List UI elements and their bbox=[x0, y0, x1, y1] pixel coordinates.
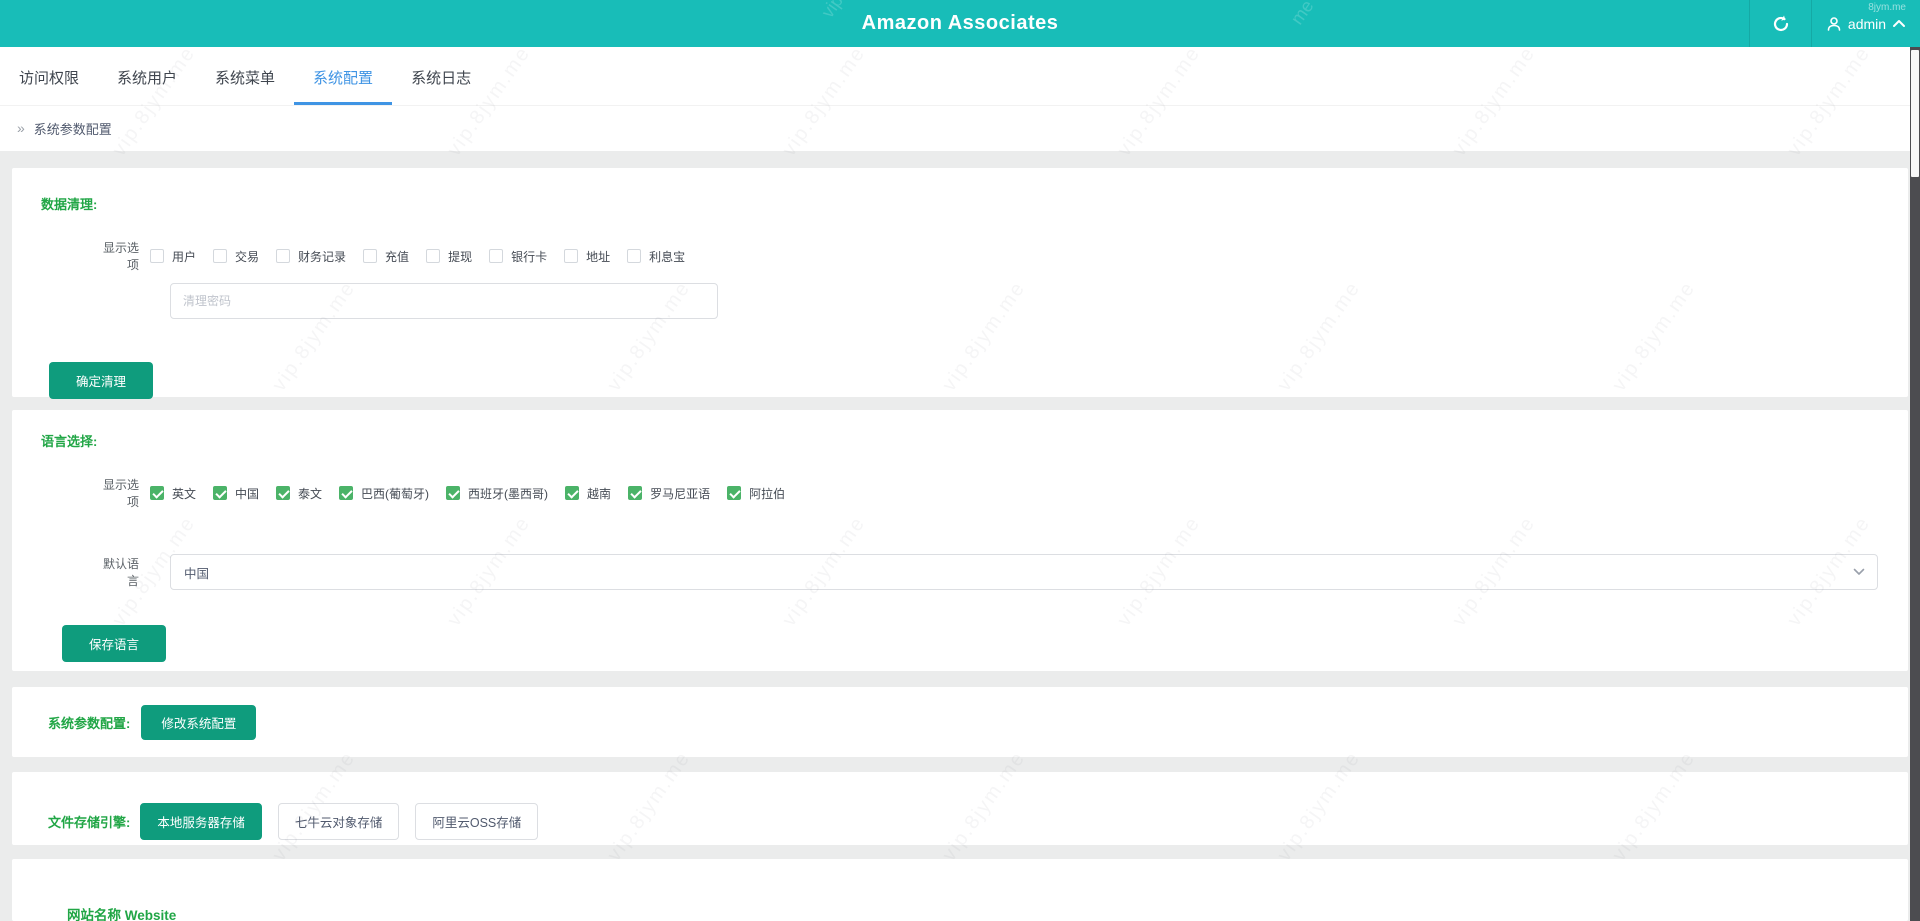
checkbox-label: 西班牙(墨西哥) bbox=[468, 486, 549, 501]
chevron-down-icon bbox=[1853, 568, 1865, 576]
checkbox-label: 交易 bbox=[235, 249, 260, 264]
language-card: 语言选择: 显示选项 英文 中国 泰文 巴西(葡萄牙) 西班牙(墨西哥) 越南 … bbox=[12, 410, 1908, 671]
default-language-select[interactable]: 中国 bbox=[170, 554, 1878, 590]
confirm-cleanup-button[interactable]: 确定清理 bbox=[49, 362, 154, 399]
checkbox-icon[interactable] bbox=[564, 249, 579, 263]
checkbox-bank-card[interactable]: 银行卡 bbox=[489, 248, 547, 265]
app-header: vip. me Amazon Associates admin bbox=[0, 0, 1920, 47]
checkbox-interest-bao[interactable]: 利息宝 bbox=[627, 248, 685, 265]
language-options: 英文 中国 泰文 巴西(葡萄牙) 西班牙(墨西哥) 越南 罗马尼亚语 阿拉伯 bbox=[150, 485, 785, 502]
checkbox-icon[interactable] bbox=[213, 249, 228, 263]
checkbox-label: 罗马尼亚语 bbox=[650, 486, 711, 501]
checkbox-icon[interactable] bbox=[426, 249, 441, 263]
checkbox-arabic[interactable]: 阿拉伯 bbox=[727, 485, 785, 502]
tab-system-logs[interactable]: 系统日志 bbox=[392, 46, 490, 105]
checkbox-label: 利息宝 bbox=[649, 249, 686, 264]
checkbox-users[interactable]: 用户 bbox=[150, 248, 196, 265]
checkbox-spanish-mexico[interactable]: 西班牙(墨西哥) bbox=[446, 485, 548, 502]
website-card: 网站名称 Website bbox=[12, 859, 1908, 921]
checkbox-label: 越南 bbox=[587, 486, 612, 501]
checkbox-checked-icon[interactable] bbox=[339, 486, 354, 500]
system-config-card: 系统参数配置: 修改系统配置 bbox=[12, 687, 1908, 757]
storage-aliyun-oss-button[interactable]: 阿里云OSS存储 bbox=[415, 803, 539, 840]
checkbox-label: 用户 bbox=[172, 249, 197, 264]
checkbox-label: 中国 bbox=[235, 486, 260, 501]
section-heading-storage: 文件存储引擎: bbox=[48, 815, 131, 830]
checkbox-checked-icon[interactable] bbox=[628, 486, 643, 500]
checkbox-recharge[interactable]: 充值 bbox=[363, 248, 409, 265]
section-heading-website: 网站名称 Website bbox=[67, 908, 177, 921]
options-label: 显示选项 bbox=[102, 478, 139, 509]
checkbox-label: 地址 bbox=[586, 249, 611, 264]
breadcrumb: » 系统参数配置 bbox=[0, 106, 1920, 150]
tab-access-rights[interactable]: 访问权限 bbox=[19, 46, 98, 105]
checkbox-icon[interactable] bbox=[276, 249, 291, 263]
checkbox-brazil-portuguese[interactable]: 巴西(葡萄牙) bbox=[339, 485, 429, 502]
breadcrumb-chevron-icon: » bbox=[17, 120, 25, 136]
checkbox-checked-icon[interactable] bbox=[213, 486, 228, 500]
checkbox-romanian[interactable]: 罗马尼亚语 bbox=[628, 485, 710, 502]
storage-engine-card: 文件存储引擎: 本地服务器存储 七牛云对象存储 阿里云OSS存储 bbox=[12, 772, 1908, 845]
checkbox-checked-icon[interactable] bbox=[727, 486, 742, 500]
tab-bar: 访问权限 系统用户 系统菜单 系统配置 系统日志 bbox=[0, 47, 1920, 106]
checkbox-label: 英文 bbox=[172, 486, 197, 501]
storage-qiniu-button[interactable]: 七牛云对象存储 bbox=[277, 803, 400, 840]
checkbox-label: 财务记录 bbox=[298, 249, 347, 264]
checkbox-transactions[interactable]: 交易 bbox=[213, 248, 259, 265]
checkbox-label: 提现 bbox=[448, 249, 473, 264]
tab-system-config[interactable]: 系统配置 bbox=[294, 46, 393, 105]
cleanup-options: 用户 交易 财务记录 充值 提现 银行卡 地址 利息宝 bbox=[150, 248, 685, 265]
user-icon bbox=[1826, 16, 1842, 32]
checkbox-label: 充值 bbox=[385, 249, 410, 264]
checkbox-vietnamese[interactable]: 越南 bbox=[565, 485, 611, 502]
tab-panel: 访问权限 系统用户 系统菜单 系统配置 系统日志 » 系统参数配置 bbox=[0, 47, 1920, 151]
selected-language-value: 中国 bbox=[184, 566, 210, 581]
tab-system-users[interactable]: 系统用户 bbox=[98, 46, 196, 105]
refresh-icon bbox=[1771, 14, 1791, 34]
watermark-corner-text: 8jym.me bbox=[1868, 2, 1906, 13]
tab-system-menu[interactable]: 系统菜单 bbox=[196, 46, 294, 105]
checkbox-checked-icon[interactable] bbox=[276, 486, 291, 500]
checkbox-icon[interactable] bbox=[363, 249, 378, 263]
vertical-scrollbar-track[interactable] bbox=[1910, 47, 1920, 921]
checkbox-checked-icon[interactable] bbox=[446, 486, 461, 500]
chevron-up-icon bbox=[1892, 19, 1906, 28]
checkbox-label: 巴西(葡萄牙) bbox=[361, 486, 430, 501]
checkbox-icon[interactable] bbox=[150, 249, 164, 263]
page-title: Amazon Associates bbox=[861, 12, 1059, 34]
checkbox-english[interactable]: 英文 bbox=[150, 485, 196, 502]
section-heading-data-cleanup: 数据清理: bbox=[41, 197, 98, 212]
checkbox-label: 银行卡 bbox=[511, 249, 548, 264]
checkbox-checked-icon[interactable] bbox=[565, 486, 580, 500]
options-label: 显示选项 bbox=[102, 241, 139, 272]
storage-local-server-button[interactable]: 本地服务器存储 bbox=[140, 803, 262, 840]
section-heading-system-config: 系统参数配置: bbox=[48, 715, 131, 731]
default-language-label: 默认语言 bbox=[102, 557, 139, 588]
checkbox-label: 阿拉伯 bbox=[749, 486, 786, 501]
data-cleanup-card: 数据清理: 显示选项 用户 交易 财务记录 充值 提现 银行卡 地址 利息宝 清… bbox=[12, 168, 1908, 399]
checkbox-label: 泰文 bbox=[298, 486, 323, 501]
save-language-button[interactable]: 保存语言 bbox=[62, 625, 167, 662]
storage-engine-options: 本地服务器存储 七牛云对象存储 阿里云OSS存储 bbox=[140, 803, 539, 840]
checkbox-china[interactable]: 中国 bbox=[213, 485, 259, 502]
checkbox-icon[interactable] bbox=[627, 249, 642, 263]
user-name: admin bbox=[1847, 15, 1887, 32]
checkbox-icon[interactable] bbox=[489, 249, 504, 263]
checkbox-withdraw[interactable]: 提现 bbox=[426, 248, 472, 265]
breadcrumb-label: 系统参数配置 bbox=[33, 121, 112, 137]
cleanup-password-input[interactable] bbox=[170, 283, 718, 319]
checkbox-address[interactable]: 地址 bbox=[564, 248, 610, 265]
modify-system-config-button[interactable]: 修改系统配置 bbox=[141, 704, 257, 740]
checkbox-thai[interactable]: 泰文 bbox=[276, 485, 322, 502]
checkbox-checked-icon[interactable] bbox=[150, 486, 164, 500]
vertical-scrollbar-thumb[interactable] bbox=[1911, 50, 1919, 177]
checkbox-finance-records[interactable]: 财务记录 bbox=[276, 248, 346, 265]
refresh-button[interactable] bbox=[1750, 0, 1811, 47]
section-heading-language: 语言选择: bbox=[41, 434, 98, 449]
